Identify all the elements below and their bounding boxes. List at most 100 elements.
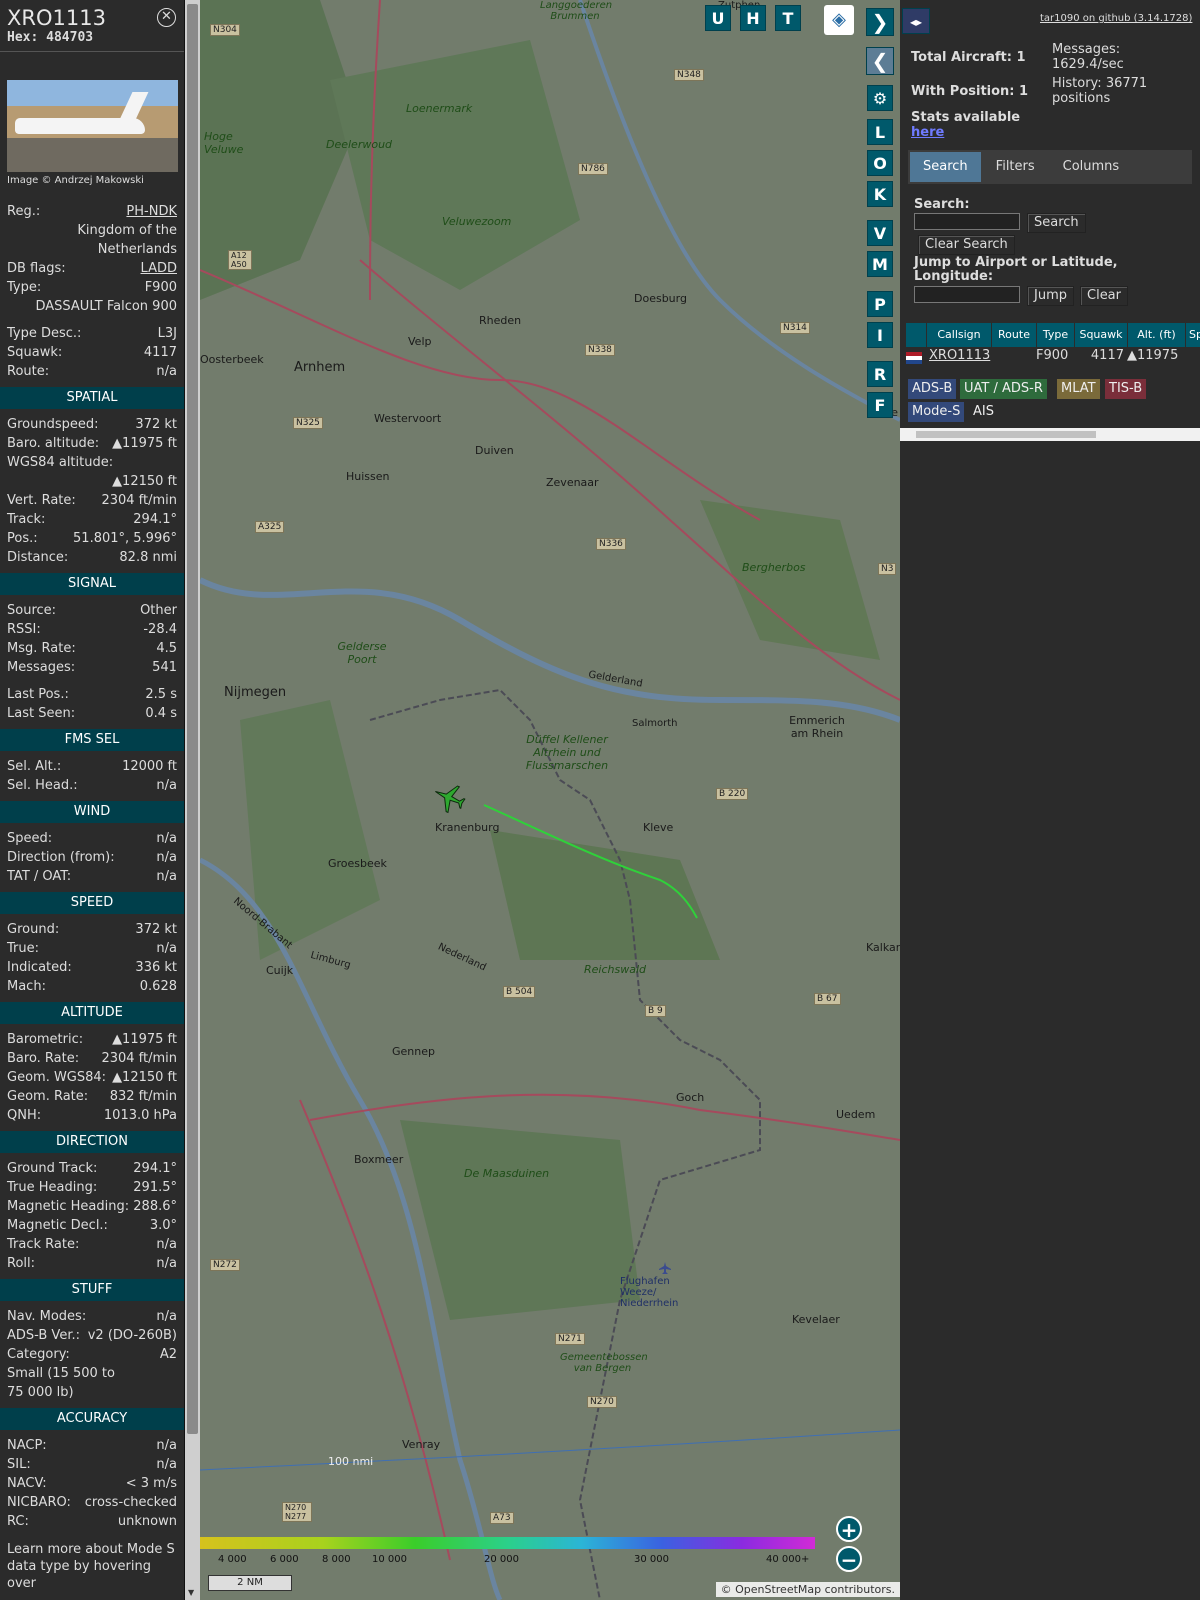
detail-label: Magnetic Decl.: bbox=[7, 1218, 108, 1233]
th-type[interactable]: Type bbox=[1037, 323, 1074, 347]
row-callsign[interactable]: XRO1113 bbox=[926, 348, 991, 366]
table-header: Callsign Route Type Squawk Alt. (ft) Sp bbox=[906, 323, 1200, 347]
th-callsign[interactable]: Callsign bbox=[927, 323, 991, 347]
detail-row: Direction (from): n/a bbox=[0, 848, 184, 867]
detail-row: Groundspeed: 372 kt bbox=[0, 415, 184, 434]
detail-label: ADS-B Ver.: bbox=[7, 1328, 80, 1343]
map-button-p[interactable]: P bbox=[867, 291, 893, 317]
th-alt[interactable]: Alt. (ft) bbox=[1128, 323, 1185, 347]
map-button-r[interactable]: R bbox=[867, 361, 893, 387]
map-button-f[interactable]: F bbox=[867, 392, 893, 418]
aircraft-photo[interactable] bbox=[7, 80, 178, 172]
place-label: Boxmeer bbox=[354, 1153, 404, 1166]
detail-label: Last Pos.: bbox=[7, 687, 69, 702]
search-input[interactable] bbox=[914, 213, 1020, 230]
map-view[interactable]: Arnhem Nijmegen Kranenburg Groesbeek Kle… bbox=[200, 0, 900, 1600]
map-button-k[interactable]: K bbox=[867, 181, 893, 207]
total-aircraft: Total Aircraft: 1 bbox=[911, 50, 1026, 65]
th-speed[interactable]: Sp bbox=[1186, 323, 1200, 347]
detail-value: n/a bbox=[156, 778, 177, 793]
detail-row: Barometric: ▲11975 ft bbox=[0, 1030, 184, 1049]
th-route[interactable]: Route bbox=[992, 323, 1036, 347]
table-row[interactable]: XRO1113 F900 4117 ▲11975 bbox=[906, 348, 1184, 366]
place-label: Westervoort bbox=[374, 412, 442, 425]
detail-label: NICBARO: bbox=[7, 1495, 71, 1510]
section-header[interactable]: SPEED bbox=[0, 892, 184, 914]
map-button-l[interactable]: L bbox=[867, 119, 893, 145]
section-header[interactable]: WIND bbox=[0, 801, 184, 823]
section-header[interactable]: ALTITUDE bbox=[0, 1002, 184, 1024]
detail-row: WGS84 altitude: bbox=[0, 453, 184, 472]
detail-label: Sel. Head.: bbox=[7, 778, 78, 793]
flag-icon bbox=[906, 348, 926, 366]
footer-note: Learn more about Mode S data type by hov… bbox=[7, 1542, 175, 1591]
scroll-down-icon[interactable]: ▼ bbox=[188, 1588, 194, 1597]
map-button-o[interactable]: O bbox=[867, 150, 893, 176]
clear-search-button[interactable]: Clear Search bbox=[918, 235, 1015, 255]
zoom-in-icon[interactable]: + bbox=[836, 1516, 862, 1542]
badge-modes[interactable]: Mode-S bbox=[908, 402, 965, 422]
detail-label: NACV: bbox=[7, 1476, 47, 1491]
map-button-t[interactable]: T bbox=[775, 5, 801, 31]
forward-arrow-icon[interactable]: ❯ bbox=[866, 8, 894, 36]
tab-search[interactable]: Search bbox=[910, 152, 981, 182]
map-button-i[interactable]: I bbox=[867, 322, 893, 348]
detail-value: 4.5 bbox=[156, 641, 177, 656]
detail-value: ▲12150 ft bbox=[112, 474, 177, 489]
sidebar-scrollbar[interactable]: ▼ bbox=[185, 0, 200, 1600]
area-label: Reichswald bbox=[584, 963, 646, 976]
detail-value[interactable]: PH-NDK bbox=[126, 202, 177, 221]
map-button-h[interactable]: H bbox=[740, 5, 766, 31]
back-arrow-icon[interactable]: ❮ bbox=[866, 47, 894, 75]
zoom-out-icon[interactable]: − bbox=[836, 1546, 862, 1572]
tab-filters[interactable]: Filters bbox=[982, 152, 1048, 182]
clear-button[interactable]: Clear bbox=[1080, 286, 1128, 306]
detail-label: Geom. Rate: bbox=[7, 1089, 89, 1104]
detail-label: Sel. Alt.: bbox=[7, 759, 62, 774]
badge-tisb[interactable]: TIS-B bbox=[1105, 379, 1147, 399]
section-header[interactable]: ACCURACY bbox=[0, 1408, 184, 1430]
section-header[interactable]: SPATIAL bbox=[0, 387, 184, 409]
github-link[interactable]: tar1090 on github (3.14.1728) bbox=[1040, 13, 1192, 24]
map-button-v[interactable]: V bbox=[867, 220, 893, 246]
detail-row: RSSI: -28.4 bbox=[0, 620, 184, 639]
road-shield: N314 bbox=[780, 322, 810, 334]
detail-row: Last Seen: 0.4 s bbox=[0, 704, 184, 723]
jump-button[interactable]: Jump bbox=[1027, 286, 1074, 306]
stats-link[interactable]: here bbox=[911, 125, 944, 140]
place-label: Venray bbox=[402, 1438, 441, 1451]
road-shield: N338 bbox=[585, 344, 615, 356]
jump-input[interactable] bbox=[914, 286, 1020, 303]
detail-row: Track Rate: n/a bbox=[0, 1235, 184, 1254]
section-header[interactable]: FMS SEL bbox=[0, 729, 184, 751]
map-button-u[interactable]: U bbox=[705, 5, 731, 31]
area-label: Düffel Kellener Altrhein und Flussmarsch… bbox=[525, 733, 609, 772]
scroll-thumb[interactable] bbox=[187, 4, 198, 1434]
search-button[interactable]: Search bbox=[1027, 213, 1086, 233]
map-button-m[interactable]: M bbox=[867, 251, 893, 277]
badge-adsb[interactable]: ADS-B bbox=[908, 379, 957, 399]
close-icon[interactable]: ✕ bbox=[157, 8, 176, 27]
detail-row: ADS-B Ver.: v2 (DO-260B) bbox=[0, 1326, 184, 1345]
expand-arrows-icon[interactable]: ◂▸ bbox=[902, 8, 930, 34]
detail-value: cross-checked bbox=[84, 1495, 177, 1510]
th-squawk[interactable]: Squawk bbox=[1075, 323, 1127, 347]
map-attribution[interactable]: © OpenStreetMap contributors. bbox=[715, 1582, 900, 1597]
place-label: Goch bbox=[676, 1091, 705, 1104]
scroll-thumb[interactable] bbox=[916, 431, 1096, 438]
tab-columns[interactable]: Columns bbox=[1049, 152, 1133, 182]
gear-icon[interactable]: ⚙ bbox=[867, 85, 893, 111]
table-horizontal-scrollbar[interactable] bbox=[900, 428, 1200, 441]
layers-icon[interactable]: ◈ bbox=[824, 5, 854, 35]
badge-ais[interactable]: AIS bbox=[969, 402, 998, 422]
badge-mlat[interactable]: MLAT bbox=[1057, 379, 1100, 399]
badge-uat[interactable]: UAT / ADS-R bbox=[960, 379, 1047, 399]
detail-value[interactable]: LADD bbox=[141, 259, 177, 278]
section-header[interactable]: SIGNAL bbox=[0, 573, 184, 595]
detail-row: Pos.: 51.801°, 5.996° bbox=[0, 529, 184, 548]
detail-label: SIL: bbox=[7, 1457, 31, 1472]
section-header[interactable]: DIRECTION bbox=[0, 1131, 184, 1153]
place-label: Rheden bbox=[479, 314, 522, 327]
section-header[interactable]: STUFF bbox=[0, 1279, 184, 1301]
aircraft-details-sidebar: XRO1113 Hex: 484703 ✕ Image © Andrzej Ma… bbox=[0, 0, 185, 1600]
